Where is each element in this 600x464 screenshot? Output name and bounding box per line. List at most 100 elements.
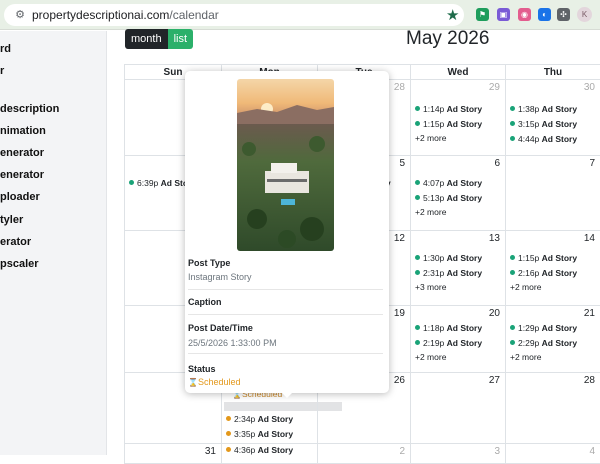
day-cell[interactable]: 2	[317, 444, 410, 464]
day-number[interactable]: 5	[399, 158, 405, 169]
more-events-link[interactable]: +2 more	[415, 352, 446, 362]
day-number[interactable]: 29	[489, 82, 500, 93]
extension-icon[interactable]: ▣	[497, 8, 510, 21]
month-view-button[interactable]: month	[125, 29, 168, 49]
day-number[interactable]: 31	[205, 446, 216, 457]
sidebar: rd r description nimation enerator enera…	[0, 31, 107, 455]
popover-arrow	[281, 392, 293, 398]
post-type-label: Post Type	[188, 258, 231, 268]
day-number[interactable]: 19	[394, 308, 405, 319]
sidebar-item[interactable]: erator	[0, 236, 31, 248]
sidebar-item[interactable]: enerator	[0, 169, 44, 181]
divider	[188, 314, 383, 315]
day-cell[interactable]: 27	[410, 373, 505, 444]
extension-flag-icon[interactable]: ⚑	[476, 8, 489, 21]
day-number[interactable]: 4	[589, 446, 595, 457]
sidebar-item[interactable]: nimation	[0, 125, 46, 137]
day-number[interactable]: 28	[394, 82, 405, 93]
divider	[188, 353, 383, 354]
more-events-link[interactable]: +3 more	[415, 282, 446, 292]
day-cell[interactable]: 13 1:30p Ad Story 2:31p Ad Story +3 more	[410, 231, 505, 306]
more-events-link[interactable]: +2 more	[510, 352, 541, 362]
calendar-event[interactable]: 1:18p Ad Story	[415, 323, 482, 333]
extension-icon[interactable]: ◐	[538, 8, 551, 21]
sidebar-item[interactable]: tyler	[0, 214, 23, 226]
bookmark-star-icon[interactable]: ★	[446, 6, 459, 24]
day-number[interactable]: 12	[394, 233, 405, 244]
day-number[interactable]: 13	[489, 233, 500, 244]
day-cell[interactable]: 30 1:38p Ad Story 3:15p Ad Story 4:44p A…	[505, 80, 600, 156]
day-number[interactable]: 14	[584, 233, 595, 244]
sidebar-item[interactable]: r	[0, 65, 4, 77]
sidebar-item[interactable]: ploader	[0, 191, 40, 203]
profile-avatar[interactable]: K	[577, 7, 592, 22]
sidebar-item[interactable]: rd	[0, 43, 11, 55]
day-number[interactable]: 3	[494, 446, 500, 457]
calendar-event[interactable]: 4:36p Ad Story	[226, 445, 293, 455]
site-settings-icon[interactable]: ⚙	[14, 9, 26, 21]
post-image-thumbnail	[237, 79, 334, 251]
calendar-event[interactable]: 2:31p Ad Story	[415, 268, 482, 278]
calendar-event[interactable]: 1:38p Ad Story	[510, 104, 577, 114]
day-cell[interactable]: 4	[505, 444, 600, 464]
day-number[interactable]: 28	[584, 375, 595, 386]
url-text: propertydescriptionai.com/calendar	[32, 8, 219, 22]
day-cell[interactable]: 7	[505, 156, 600, 231]
view-switcher: month list	[125, 29, 194, 49]
calendar-event[interactable]: 1:29p Ad Story	[510, 323, 577, 333]
list-view-button[interactable]: list	[167, 29, 194, 49]
sidebar-item[interactable]: pscaler	[0, 258, 39, 270]
extension-icon[interactable]: ◉	[518, 8, 531, 21]
post-date-value: 25/5/2026 1:33:00 PM	[188, 338, 277, 348]
caption-label: Caption	[188, 297, 222, 307]
day-cell[interactable]: 31	[124, 444, 221, 464]
day-cell[interactable]: 20 1:18p Ad Story 2:19p Ad Story +2 more	[410, 306, 505, 373]
status-value: ⌛Scheduled	[188, 377, 241, 387]
day-cell[interactable]: 21 1:29p Ad Story 2:29p Ad Story +2 more	[505, 306, 600, 373]
calendar-event[interactable]: 2:19p Ad Story	[415, 338, 482, 348]
status-label: Status	[188, 364, 216, 374]
calendar-event[interactable]: 6:39p Ad Sto	[129, 178, 188, 188]
event-detail-popover: Post Type Instagram Story Caption Post D…	[185, 71, 389, 393]
day-number[interactable]: 26	[394, 375, 405, 386]
calendar-event[interactable]: 1:30p Ad Story	[415, 253, 482, 263]
more-events-link[interactable]: +2 more	[415, 207, 446, 217]
day-cell[interactable]: 4:36p Ad Story	[221, 444, 317, 464]
calendar-event[interactable]: 3:35p Ad Story	[226, 429, 293, 439]
calendar-title: May 2026	[406, 28, 490, 49]
calendar-event[interactable]: 1:14p Ad Story	[415, 104, 482, 114]
day-number[interactable]: 27	[489, 375, 500, 386]
day-number[interactable]: 20	[489, 308, 500, 319]
calendar-event[interactable]: 3:15p Ad Story	[510, 119, 577, 129]
calendar-event[interactable]: 2:29p Ad Story	[510, 338, 577, 348]
divider	[188, 289, 383, 290]
calendar-event[interactable]: 5:13p Ad Story	[415, 193, 482, 203]
weekday-header: Thu	[505, 64, 600, 80]
calendar-event[interactable]: 2:34p Ad Story	[226, 414, 293, 424]
villa-photo-icon	[237, 79, 334, 251]
calendar-event[interactable]: 4:07p Ad Story	[415, 178, 482, 188]
extensions-puzzle-icon[interactable]: ✣	[557, 8, 570, 21]
day-cell[interactable]: 6 4:07p Ad Story 5:13p Ad Story +2 more	[410, 156, 505, 231]
day-number[interactable]: 30	[584, 82, 595, 93]
day-number[interactable]: 6	[494, 158, 500, 169]
address-bar[interactable]: ⚙ propertydescriptionai.com/calendar ★	[4, 4, 464, 26]
day-cell[interactable]: 14 1:15p Ad Story 2:16p Ad Story +2 more	[505, 231, 600, 306]
calendar-event[interactable]: 1:15p Ad Story	[415, 119, 482, 129]
more-events-link[interactable]: +2 more	[510, 282, 541, 292]
day-cell[interactable]: 29 1:14p Ad Story 1:15p Ad Story +2 more	[410, 80, 505, 156]
sidebar-item[interactable]: description	[0, 103, 59, 115]
day-number[interactable]: 2	[399, 446, 405, 457]
sidebar-item[interactable]: enerator	[0, 147, 44, 159]
day-number[interactable]: 7	[589, 158, 595, 169]
calendar-event[interactable]: 4:44p Ad Story	[510, 134, 577, 144]
calendar-event[interactable]: 1:15p Ad Story	[510, 253, 577, 263]
more-events-link[interactable]: +2 more	[415, 133, 446, 143]
day-number[interactable]: 21	[584, 308, 595, 319]
day-cell[interactable]: 3	[410, 444, 505, 464]
day-cell[interactable]: 28	[505, 373, 600, 444]
calendar-event[interactable]: 2:16p Ad Story	[510, 268, 577, 278]
post-date-label: Post Date/Time	[188, 323, 253, 333]
browser-toolbar: ⚙ propertydescriptionai.com/calendar ★ ⚑…	[0, 0, 600, 30]
hourglass-icon: ⌛	[188, 378, 198, 387]
